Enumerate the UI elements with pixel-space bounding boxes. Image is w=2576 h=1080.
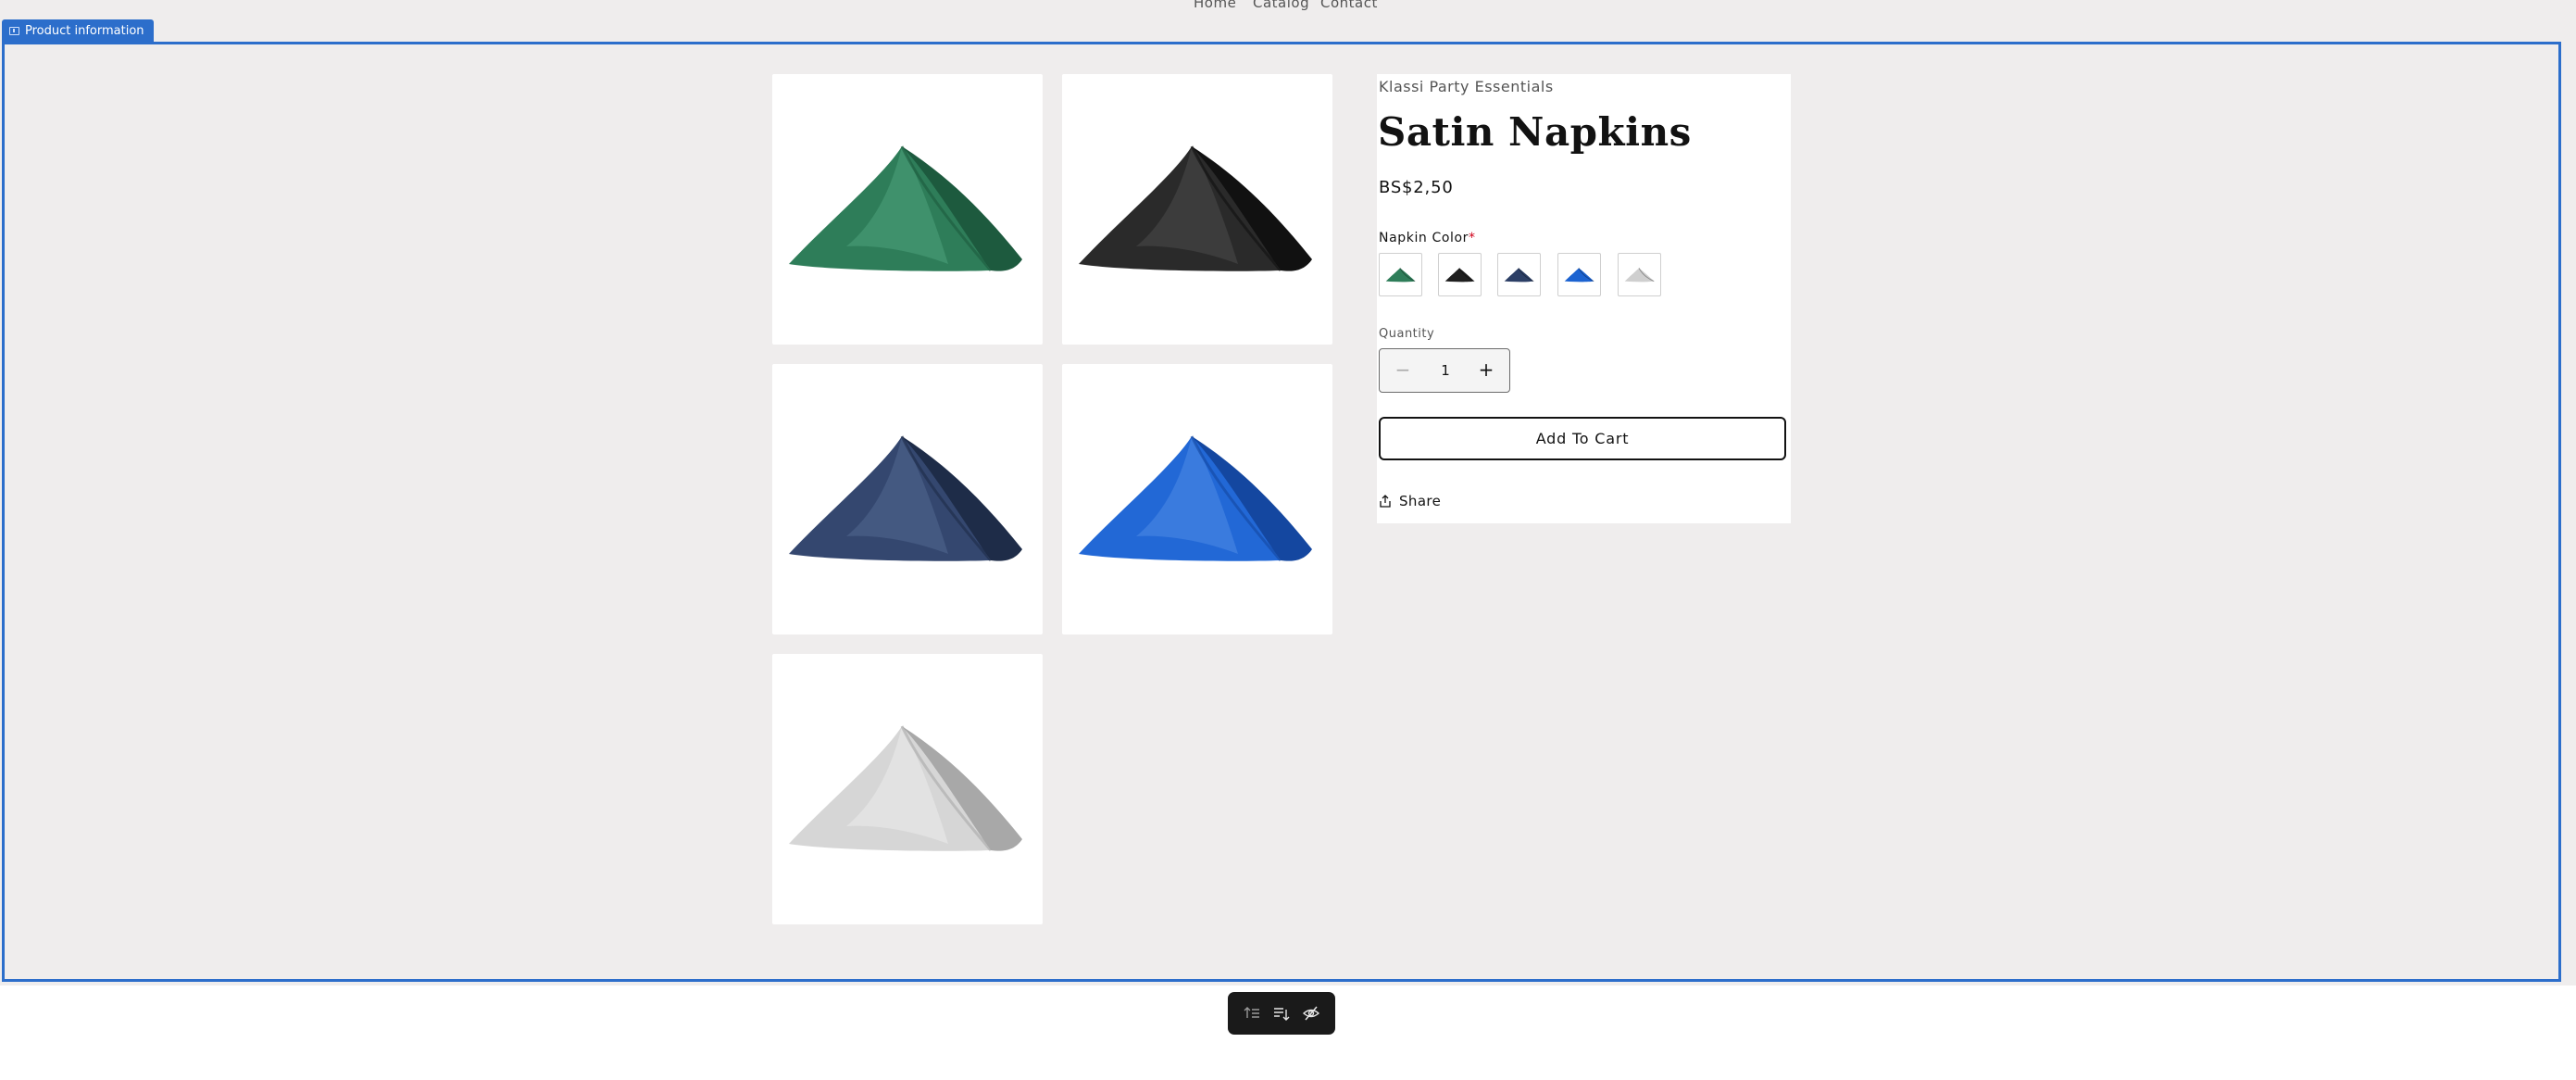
move-up-button[interactable] (1239, 1000, 1265, 1026)
quantity-input[interactable]: 1 (1424, 349, 1467, 392)
swatch-navy[interactable] (1497, 253, 1541, 296)
nav-home-link[interactable]: Home (1194, 0, 1236, 11)
napkin-color-label-text: Napkin Color (1379, 231, 1469, 245)
royal-blue-napkin-image (1079, 435, 1312, 561)
product-image-navy[interactable] (772, 364, 1043, 634)
required-mark: * (1469, 231, 1476, 245)
top-navigation: Home Catalog Contact (0, 0, 2576, 13)
swatch-green[interactable] (1379, 253, 1422, 296)
swatch-royal-blue[interactable] (1557, 253, 1601, 296)
quantity-increase-button[interactable]: + (1470, 349, 1502, 392)
share-icon (1380, 495, 1391, 508)
swatch-black[interactable] (1438, 253, 1482, 296)
move-up-icon (1244, 1007, 1259, 1018)
product-image-green[interactable] (772, 74, 1043, 345)
swatch-silver[interactable] (1618, 253, 1661, 296)
product-price: BS$2,50 (1379, 178, 1454, 197)
quantity-stepper: − 1 + (1379, 348, 1510, 393)
product-image-royal-blue[interactable] (1062, 364, 1332, 634)
share-button[interactable]: Share (1379, 493, 1441, 509)
black-napkin-icon (1444, 268, 1475, 283)
product-vendor: Klassi Party Essentials (1379, 78, 1554, 95)
green-napkin-image (789, 145, 1022, 271)
hide-icon (1302, 1006, 1320, 1021)
move-down-icon (1274, 1008, 1290, 1021)
product-image-black[interactable] (1062, 74, 1332, 345)
quantity-label: Quantity (1379, 327, 1435, 341)
add-to-cart-button[interactable]: Add To Cart (1379, 417, 1786, 460)
navy-napkin-image (789, 435, 1022, 561)
black-napkin-image (1079, 145, 1312, 271)
green-napkin-icon (1385, 268, 1416, 283)
product-image-silver[interactable] (772, 654, 1043, 924)
quantity-decrease-button[interactable]: − (1387, 349, 1419, 392)
silver-napkin-image (789, 725, 1022, 851)
nav-contact-link[interactable]: Contact (1320, 0, 1378, 11)
section-label-tag[interactable]: Product information (2, 19, 154, 43)
section-label: Product information (25, 24, 144, 38)
napkin-color-label: Napkin Color* (1379, 231, 1476, 245)
royal-blue-napkin-icon (1564, 268, 1594, 283)
navy-napkin-icon (1504, 268, 1534, 283)
move-down-button[interactable] (1269, 1000, 1294, 1026)
product-title: Satin Napkins (1378, 109, 1692, 155)
silver-napkin-icon (1624, 268, 1655, 283)
nav-catalog-link[interactable]: Catalog (1253, 0, 1309, 11)
section-icon (9, 27, 19, 35)
hide-section-button[interactable] (1298, 1000, 1324, 1026)
section-toolbar (1228, 992, 1335, 1035)
share-label: Share (1399, 493, 1442, 509)
